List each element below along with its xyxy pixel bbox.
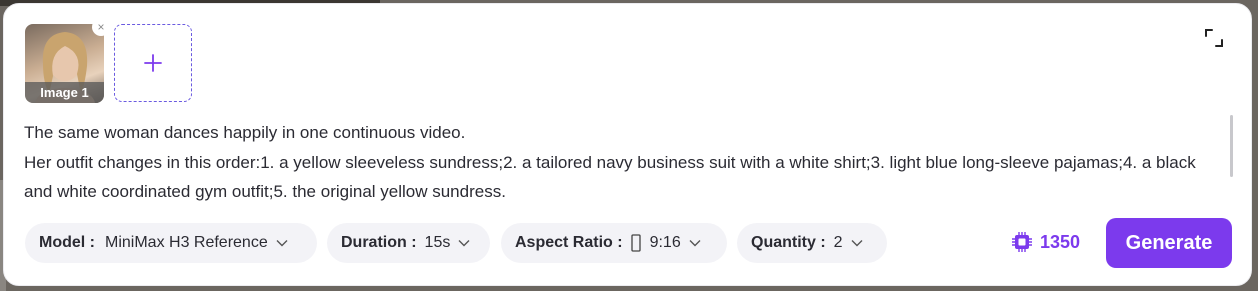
prompt-panel: Image 1 × The same woman dances happily … (3, 3, 1252, 286)
chevron-down-icon (851, 240, 863, 247)
generate-button[interactable]: Generate (1106, 218, 1232, 268)
expand-icon[interactable] (1204, 28, 1224, 48)
image-thumbnail[interactable]: Image 1 (25, 24, 104, 103)
image-label: Image 1 (25, 82, 104, 103)
duration-select[interactable]: Duration : 15s (327, 223, 490, 263)
credit-chip-icon (1012, 232, 1032, 252)
duration-label: Duration : (341, 234, 417, 251)
aspect-ratio-value: 9:16 (649, 234, 681, 251)
model-select[interactable]: Model : MiniMax H3 Reference (25, 223, 317, 263)
aspect-ratio-label: Aspect Ratio : (515, 234, 623, 251)
remove-image-icon[interactable]: × (92, 18, 110, 36)
plus-icon (144, 54, 162, 72)
quantity-label: Quantity : (751, 234, 826, 251)
chevron-down-icon (276, 240, 288, 247)
credits-value: 1350 (1040, 231, 1081, 252)
model-label: Model : (39, 234, 95, 251)
add-image-button[interactable] (114, 24, 192, 102)
aspect-ratio-select[interactable]: Aspect Ratio : 9:16 (501, 223, 727, 263)
chevron-down-icon (689, 240, 701, 247)
chevron-down-icon (458, 240, 470, 247)
quantity-value: 2 (833, 234, 843, 251)
portrait-ratio-icon (630, 234, 641, 252)
quantity-select[interactable]: Quantity : 2 (737, 223, 887, 263)
scrollbar[interactable] (1230, 115, 1233, 177)
model-value: MiniMax H3 Reference (105, 234, 268, 251)
prompt-textarea[interactable]: The same woman dances happily in one con… (24, 118, 1219, 207)
credits-display: 1350 (1011, 231, 1080, 253)
duration-value: 15s (424, 234, 451, 251)
